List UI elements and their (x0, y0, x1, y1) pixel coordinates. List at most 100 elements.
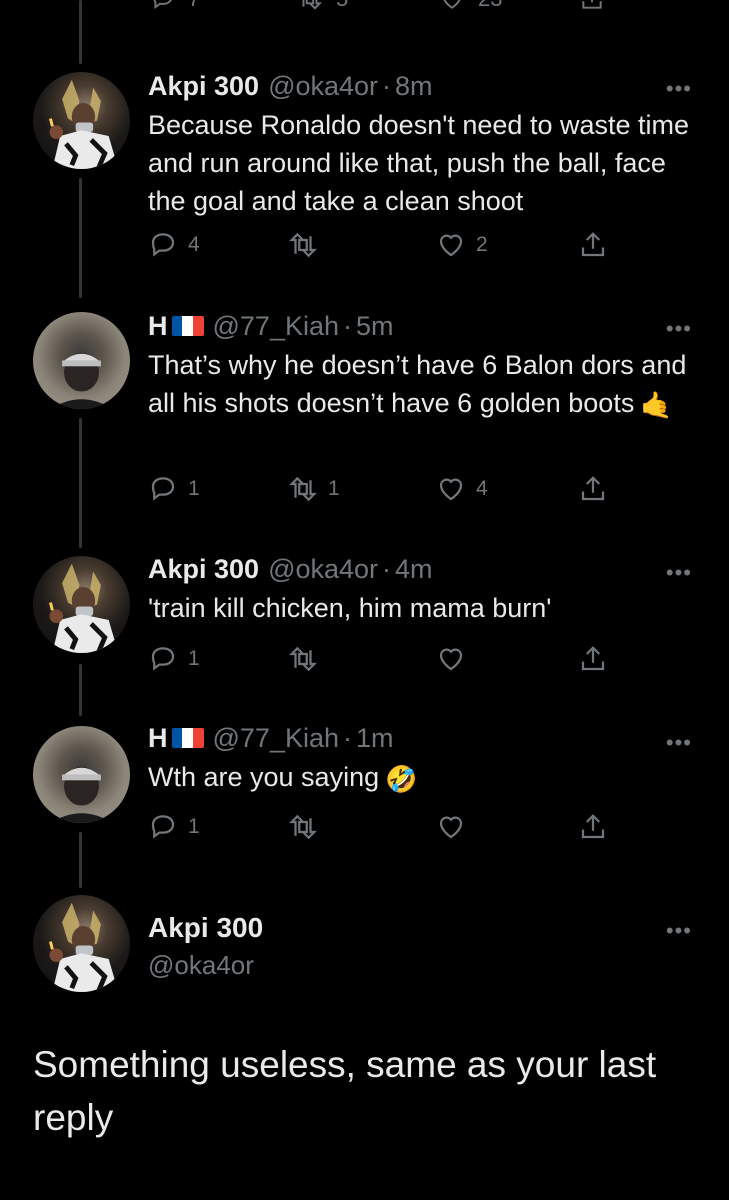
retweet-count: 5 (336, 0, 348, 12)
like-button[interactable]: 4 (436, 474, 488, 504)
avatar[interactable] (33, 556, 130, 653)
more-icon[interactable]: ••• (666, 318, 692, 340)
like-button[interactable]: 2 (436, 230, 488, 260)
display-name[interactable]: H (148, 310, 168, 342)
like-count: 4 (476, 477, 488, 500)
retweet-count: 1 (328, 477, 340, 500)
tweet-body: Akpi 300 @oka4or · 8m Because Ronaldo do… (148, 70, 689, 220)
tweet-text-content: Because Ronaldo doesn't need to waste ti… (148, 110, 690, 216)
reply-count: 1 (188, 647, 200, 670)
thread-line (79, 832, 82, 888)
tweet-text: Something useless, same as your last rep… (33, 1044, 657, 1138)
reply-count: 1 (188, 477, 200, 500)
avatar-image (50, 352, 113, 409)
reply-action[interactable]: 7 (150, 0, 200, 12)
tweet-text-content: 'train kill chicken, him mama burn' (148, 593, 552, 623)
rolling-laughing-emoji: 🤣 (385, 763, 418, 794)
share-icon (581, 646, 605, 671)
user-handle[interactable]: @77_Kiah (213, 722, 340, 754)
share-icon (581, 814, 605, 839)
tweet-body: H @77_Kiah · 5m That’s why he doesn’t ha… (148, 310, 689, 424)
display-name[interactable]: Akpi 300 (148, 912, 263, 944)
share-button[interactable] (578, 230, 608, 260)
tweet-text-content: Wth are you saying (148, 762, 380, 792)
tweet-actions: 1 1 4 (148, 474, 618, 510)
avatar[interactable] (33, 726, 130, 823)
like-count: 2 (476, 233, 488, 256)
reply-count: 4 (188, 233, 200, 256)
retweet-button[interactable] (288, 230, 328, 260)
retweet-button[interactable] (288, 644, 328, 674)
thread-line (79, 178, 82, 298)
like-action[interactable]: 23 (438, 0, 502, 12)
tweet-body: H @77_Kiah · 1m Wth are you saying 🤣 (148, 722, 689, 798)
avatar-image (50, 766, 113, 823)
tweet-text: That’s why he doesn’t have 6 Balon dors … (148, 346, 689, 424)
reply-button[interactable]: 4 (148, 230, 200, 260)
display-name[interactable]: Akpi 300 (148, 70, 259, 102)
reply-icon (151, 647, 175, 671)
share-button[interactable] (578, 644, 608, 674)
reply-button[interactable]: 1 (148, 812, 200, 842)
retweet-icon (289, 814, 317, 840)
tweet-header: Akpi 300 @oka4or · 4m (148, 553, 689, 585)
timestamp[interactable]: 1m (356, 722, 394, 754)
like-icon (439, 816, 463, 839)
tweet-text: 'train kill chicken, him mama burn' (148, 589, 689, 627)
timestamp[interactable]: 5m (356, 310, 394, 342)
separator-dot: · (343, 311, 352, 341)
user-handle[interactable]: @oka4or (268, 553, 378, 585)
tweet-text: Wth are you saying 🤣 (148, 758, 689, 798)
like-icon (443, 0, 461, 9)
avatar-image (49, 79, 119, 169)
share-button[interactable] (578, 812, 608, 842)
thread-line (79, 418, 82, 548)
tweet-header: Akpi 300 @oka4or · 8m (148, 70, 689, 102)
timestamp[interactable]: 4m (395, 553, 433, 585)
avatar[interactable] (33, 72, 130, 169)
timestamp[interactable]: 8m (395, 70, 433, 102)
more-icon[interactable]: ••• (666, 78, 692, 100)
reply-count: 7 (188, 0, 200, 12)
avatar-image (49, 902, 119, 992)
tweet-actions: 1 (148, 644, 618, 680)
reply-button[interactable]: 1 (148, 644, 200, 674)
retweet-icon (289, 476, 317, 502)
france-flag-icon (171, 316, 204, 336)
tweet-actions: 1 (148, 812, 618, 848)
avatar[interactable] (33, 312, 130, 409)
separator-dot: · (382, 554, 392, 584)
retweet-action[interactable]: 5 (296, 0, 348, 12)
retweet-button[interactable]: 1 (288, 474, 340, 504)
france-flag-icon (171, 728, 204, 748)
reply-icon (151, 477, 175, 501)
reply-button[interactable]: 1 (148, 474, 200, 504)
like-button[interactable] (436, 644, 476, 674)
user-handle[interactable]: @77_Kiah (213, 310, 340, 342)
display-name[interactable]: H (148, 722, 168, 754)
reply-icon (153, 0, 172, 10)
display-name[interactable]: Akpi 300 (148, 553, 259, 585)
more-icon[interactable]: ••• (666, 920, 692, 942)
separator-dot: · (343, 723, 352, 753)
more-icon[interactable]: ••• (666, 732, 692, 754)
user-handle[interactable]: @oka4or (268, 70, 378, 102)
retweet-button[interactable] (288, 812, 328, 842)
separator-dot: · (382, 71, 392, 101)
tweet-actions: 4 2 (148, 230, 618, 266)
tweet-body: Akpi 300 @oka4or · 4m 'train kill chicke… (148, 553, 689, 627)
previous-tweet-actions: 7 5 23 (0, 0, 729, 24)
retweet-icon (302, 0, 323, 10)
retweet-icon (289, 232, 317, 258)
like-button[interactable] (436, 812, 476, 842)
thread-line (79, 664, 82, 716)
tweet-header: H @77_Kiah · 1m (148, 722, 689, 754)
share-button[interactable] (578, 474, 608, 504)
reply-count: 1 (188, 815, 200, 838)
user-handle[interactable]: @oka4or (148, 950, 254, 981)
avatar[interactable] (33, 895, 130, 992)
like-count: 23 (478, 0, 502, 12)
more-icon[interactable]: ••• (666, 562, 692, 584)
share-icon (581, 476, 605, 501)
share-action[interactable] (578, 0, 606, 12)
